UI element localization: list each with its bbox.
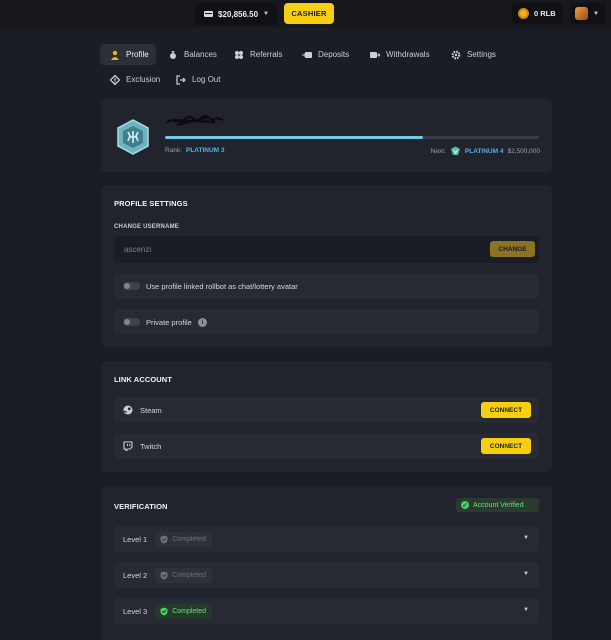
section-title: PROFILE SETTINGS <box>114 199 188 208</box>
tab-label: Log Out <box>192 75 221 84</box>
level-label: Level 1 <box>123 534 148 544</box>
tab-label: Withdrawals <box>386 50 430 59</box>
change-username-label: CHANGE USERNAME <box>114 224 180 230</box>
money-bag-icon <box>170 50 176 59</box>
section-title: VERIFICATION <box>114 502 168 511</box>
tab-referrals[interactable]: Referrals <box>224 44 288 65</box>
rlb-balance[interactable]: 0 RLB <box>512 3 562 24</box>
change-username-button[interactable]: CHANGE <box>490 241 535 257</box>
balance-dropdown[interactable]: $20,856.50 ▼ <box>195 3 277 25</box>
link-account-card: LINK ACCOUNT Steam CONNECT Twitch CONNEC… <box>101 361 552 472</box>
withdrawal-icon <box>370 51 380 58</box>
level-status-text: Completed <box>172 571 207 579</box>
twitch-icon <box>123 441 133 451</box>
tab-balances[interactable]: Balances <box>158 44 222 65</box>
private-profile-toggle[interactable] <box>123 318 140 326</box>
gear-icon <box>451 50 461 59</box>
next-rank-badge-icon <box>450 146 460 155</box>
section-title: LINK ACCOUNT <box>114 375 172 384</box>
rank-progress-fill <box>165 136 424 139</box>
current-rank: Rank: PLATINUM 3 <box>165 147 225 154</box>
verification-card: VERIFICATION ✓ Account Verified Level 1 … <box>101 486 552 640</box>
redacted-username <box>166 114 224 127</box>
check-icon: ✓ <box>461 501 469 509</box>
avatar-toggle-label: Use profile linked rollbot as chat/lotte… <box>146 281 298 291</box>
avatar-toggle-row[interactable]: Use profile linked rollbot as chat/lotte… <box>114 273 539 299</box>
logout-icon <box>176 74 186 85</box>
tab-label: Deposits <box>318 50 350 59</box>
next-label-text: Next: <box>430 147 446 155</box>
level-label: Level 2 <box>123 570 148 580</box>
level-status: Completed <box>155 531 213 547</box>
rank-label-text: Rank: <box>165 147 182 154</box>
tab-label: Exclusion <box>126 75 161 84</box>
tab-profile[interactable]: Profile <box>100 44 156 65</box>
twitch-row: Twitch CONNECT <box>114 433 539 459</box>
shield-check-icon <box>160 607 168 615</box>
avatar-toggle[interactable] <box>123 282 140 290</box>
level-status: Completed <box>155 567 213 583</box>
referrals-icon <box>235 50 243 59</box>
steam-row: Steam CONNECT <box>114 397 539 423</box>
steam-label: Steam <box>140 405 162 415</box>
tab-label: Profile <box>126 50 149 59</box>
deposit-icon <box>302 51 312 58</box>
level-status-text: Completed <box>172 535 207 543</box>
verification-level-3[interactable]: Level 3 Completed ▼ <box>114 598 539 624</box>
info-icon[interactable]: i <box>197 317 207 327</box>
shield-check-icon <box>160 535 168 543</box>
cashier-button[interactable]: CASHIER <box>284 3 334 24</box>
private-profile-label: Private profile <box>146 317 192 327</box>
chevron-down-icon: ▼ <box>593 10 599 17</box>
next-rank-name: PLATINUM 4 <box>464 147 504 155</box>
tab-label: Referrals <box>250 50 283 59</box>
rank-card: Rank: PLATINUM 3 Next: PLATINUM 4 $2,500,… <box>101 99 552 172</box>
rlb-coin-icon <box>518 8 529 19</box>
twitch-label: Twitch <box>140 441 162 451</box>
next-rank-amount: $2,500,000 <box>507 147 540 155</box>
profile-settings-card: PROFILE SETTINGS CHANGE USERNAME CHANGE … <box>101 185 552 347</box>
avatar <box>575 7 588 20</box>
tab-withdrawals[interactable]: Withdrawals <box>360 44 438 65</box>
rlb-amount: 0 RLB <box>534 9 556 18</box>
next-rank: Next: PLATINUM 4 $2,500,000 <box>431 146 540 156</box>
tab-deposits[interactable]: Deposits <box>292 44 354 65</box>
connect-steam-button[interactable]: CONNECT <box>481 402 531 418</box>
chevron-down-icon[interactable]: ▼ <box>523 535 529 541</box>
chevron-down-icon[interactable]: ▼ <box>523 607 529 613</box>
private-toggle-row[interactable]: Private profile i <box>114 309 539 335</box>
level-status-text: Completed <box>172 607 207 615</box>
tab-label: Balances <box>184 50 217 59</box>
chevron-down-icon: ▼ <box>263 11 269 17</box>
level-status: Completed <box>155 603 213 619</box>
tab-logout[interactable]: Log Out <box>166 69 226 90</box>
exclusion-icon <box>110 74 120 85</box>
top-bar: $20,856.50 ▼ CASHIER 0 RLB ▼ <box>0 0 611 28</box>
rank-badge-icon <box>117 119 149 155</box>
rank-name: PLATINUM 3 <box>185 147 225 154</box>
rank-progress-bar <box>165 136 539 139</box>
user-menu[interactable]: ▼ <box>570 3 606 24</box>
connect-twitch-button[interactable]: CONNECT <box>481 438 531 454</box>
tab-settings[interactable]: Settings <box>441 44 501 65</box>
user-icon <box>111 50 119 60</box>
verified-label: Account Verified <box>473 501 524 509</box>
balance-amount: $20,856.50 <box>218 9 259 19</box>
tab-label: Settings <box>467 50 496 59</box>
steam-icon <box>123 405 133 415</box>
chevron-down-icon[interactable]: ▼ <box>523 571 529 577</box>
username-input[interactable] <box>114 236 539 263</box>
level-label: Level 3 <box>123 606 148 616</box>
verification-level-2[interactable]: Level 2 Completed ▼ <box>114 562 539 588</box>
wallet-icon <box>204 11 213 17</box>
shield-check-icon <box>160 571 168 579</box>
tab-exclusion[interactable]: Exclusion <box>100 69 164 90</box>
account-verified-badge: ✓ Account Verified <box>456 498 539 512</box>
verification-level-1[interactable]: Level 1 Completed ▼ <box>114 526 539 552</box>
